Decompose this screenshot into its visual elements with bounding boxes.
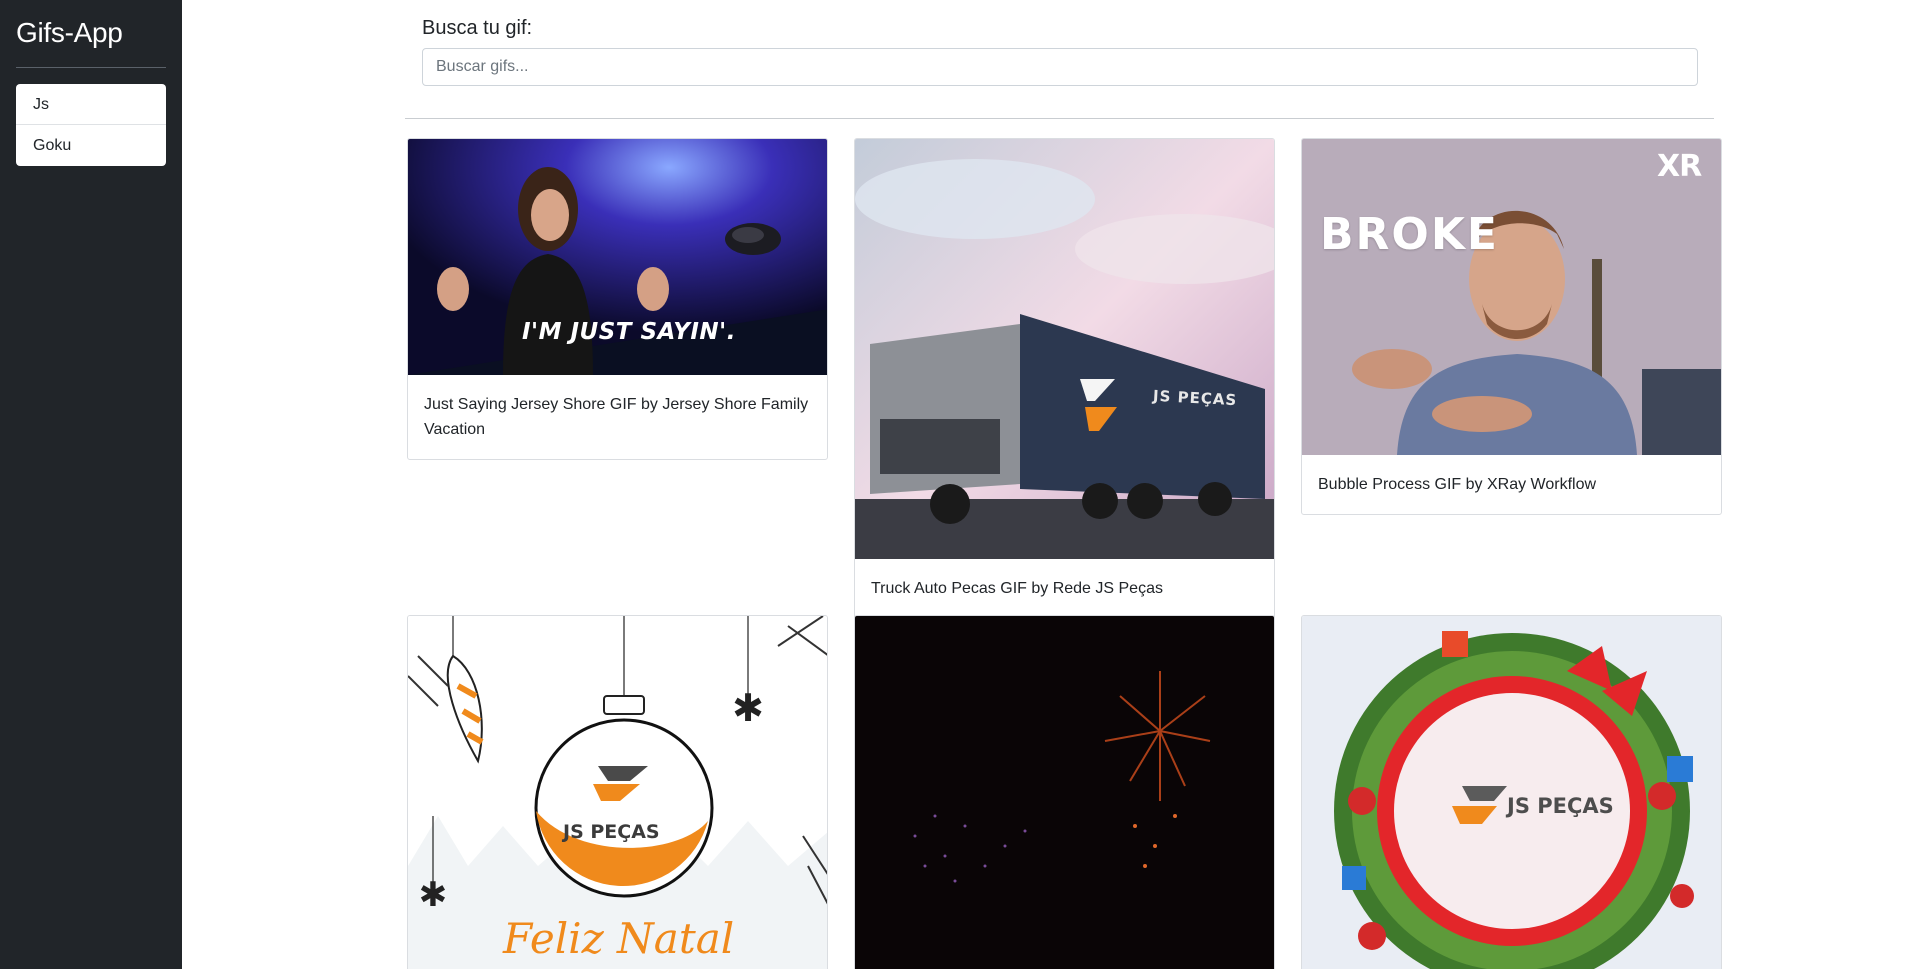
gif-overlay-text: JS PEÇAS: [563, 821, 660, 843]
gif-image[interactable]: [855, 616, 1274, 969]
gif-image[interactable]: BROKE XR: [1302, 139, 1721, 455]
history-item-goku[interactable]: Goku: [16, 125, 166, 166]
gif-title: Bubble Process GIF by XRay Workflow: [1318, 476, 1597, 493]
search-input[interactable]: [422, 48, 1698, 86]
search-form: Busca tu gif:: [422, 15, 1698, 86]
divider: [405, 118, 1714, 119]
gif-card[interactable]: BROKE XR Bubble Process GIF by XRay Work…: [1301, 138, 1722, 515]
gif-overlay-text: BROKE: [1320, 209, 1499, 260]
search-label: Busca tu gif:: [422, 17, 533, 39]
gif-card[interactable]: JS PEÇAS: [1301, 615, 1722, 969]
xray-logo: XR: [1657, 149, 1702, 184]
gif-image[interactable]: JS PEÇAS: [1302, 616, 1721, 969]
gif-card[interactable]: ✱ ✱ JS PEÇAS Feliz Natal: [407, 615, 828, 969]
gif-title: Truck Auto Pecas GIF by Rede JS Peças: [871, 580, 1163, 597]
gif-image[interactable]: ✱ ✱ JS PEÇAS Feliz Natal: [408, 616, 827, 969]
search-history-list: Js Goku: [16, 84, 166, 166]
app-title: Gifs-App: [16, 17, 123, 48]
gif-overlay-text: I'M JUST SAYIN'.: [522, 319, 736, 345]
svg-text:✱: ✱: [732, 686, 764, 730]
main-content: Busca tu gif: Buscar gifs... I'M JUST SA…: [182, 0, 1920, 969]
sidebar: Gifs-App Js Goku: [0, 0, 182, 969]
gif-overlay-text: JS PEÇAS: [1507, 794, 1614, 818]
svg-text:✱: ✱: [419, 875, 448, 915]
gif-image[interactable]: JS PEÇAS: [855, 139, 1274, 559]
gif-card[interactable]: [854, 615, 1275, 969]
gif-title: Just Saying Jersey Shore GIF by Jersey S…: [424, 396, 809, 438]
greeting-text: Feliz Natal: [503, 914, 735, 963]
gif-card[interactable]: JS PEÇAS Truck Auto Pecas GIF by Rede JS…: [854, 138, 1275, 619]
sidebar-divider: [16, 67, 166, 68]
gif-image[interactable]: I'M JUST SAYIN'.: [408, 139, 827, 375]
gif-card[interactable]: I'M JUST SAYIN'. Just Saying Jersey Shor…: [407, 138, 828, 460]
history-item-js[interactable]: Js: [16, 84, 166, 125]
